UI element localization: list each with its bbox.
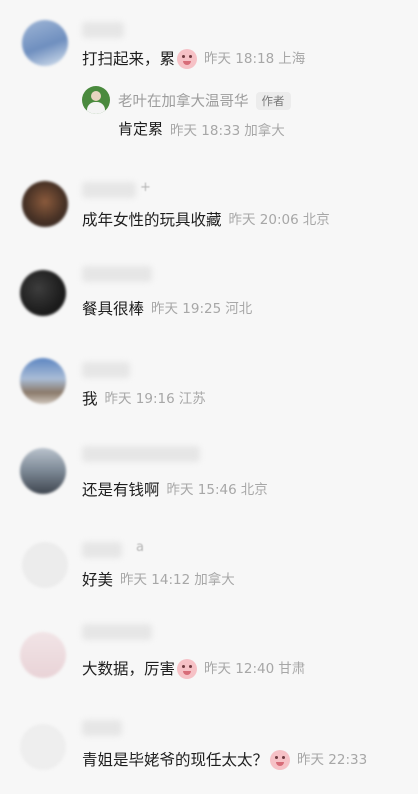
comment-text: 还是有钱啊 (82, 481, 160, 499)
username-blurred[interactable] (82, 624, 152, 640)
author-avatar[interactable] (82, 86, 110, 114)
reply-location: 加拿大 (244, 122, 285, 139)
username-blurred[interactable] (82, 266, 152, 282)
comment-time: 昨天 15:46 (166, 482, 237, 498)
comment-location: 加拿大 (194, 572, 235, 588)
comment-text: 大数据，厉害 (82, 660, 176, 678)
comment-text: 打扫起来，累 (82, 50, 176, 68)
reply-author-name[interactable]: 老叶在加拿大温哥华 (118, 94, 249, 110)
reply-time: 昨天 18:33 (170, 122, 241, 139)
comment-time: 昨天 22:33 (297, 752, 368, 768)
comment-location: 北京 (302, 212, 330, 228)
username-suffix: a (136, 540, 144, 555)
username-blurred[interactable] (82, 446, 200, 462)
comment-text: 好美 (82, 571, 114, 589)
comment-text: 青姐是毕姥爷的现任太太？ (82, 751, 269, 769)
comment-item[interactable]: 青姐是毕姥爷的现任太太？ 昨天 22:33 (0, 708, 418, 794)
comment-time: 昨天 12:40 (204, 661, 275, 677)
comment-location: 北京 (240, 482, 268, 498)
comment-time: 昨天 19:25 (151, 301, 222, 317)
avatar[interactable] (20, 632, 66, 678)
comment-location: 甘肃 (278, 661, 306, 677)
reply-content: 肯定累 昨天 18:33 加拿大 (118, 118, 285, 139)
username-blurred[interactable] (82, 362, 130, 378)
comment-time: 昨天 20:06 (228, 212, 299, 228)
username-blurred[interactable] (82, 22, 124, 38)
comment-content: 还是有钱啊 昨天 15:46 北京 (82, 479, 268, 501)
comment-text: 成年女性的玩具收藏 (82, 211, 222, 229)
comment-item[interactable]: + 成年女性的玩具收藏 昨天 20:06 北京 (0, 168, 418, 250)
avatar[interactable] (22, 181, 68, 227)
reply-author-line: 老叶在加拿大温哥华 作者 (118, 90, 291, 111)
comment-item[interactable]: 我 昨天 19:16 江苏 (0, 346, 418, 428)
comment-item[interactable]: a 好美 昨天 14:12 加拿大 (0, 528, 418, 610)
comment-location: 江苏 (178, 391, 206, 407)
author-badge: 作者 (255, 92, 291, 110)
comment-time: 昨天 19:16 (104, 391, 175, 407)
comment-item[interactable]: 餐具很棒 昨天 19:25 河北 (0, 256, 418, 338)
sob-emoji-icon (177, 659, 198, 679)
sob-emoji-icon (270, 750, 291, 770)
avatar[interactable] (22, 542, 68, 588)
comment-item[interactable]: 打扫起来，累 昨天 18:18 上海 老叶在加拿大温哥华 作者 肯定累 昨天 18… (0, 0, 418, 160)
comment-text: 餐具很棒 (82, 300, 145, 318)
comment-time: 昨天 18:18 (204, 51, 275, 67)
comment-item[interactable]: 大数据，厉害 昨天 12:40 甘肃 (0, 616, 418, 706)
avatar[interactable] (22, 20, 68, 66)
comment-item[interactable]: 还是有钱啊 昨天 15:46 北京 (0, 436, 418, 522)
sob-emoji-icon (177, 49, 198, 69)
comment-text: 我 (82, 390, 98, 408)
comment-content: 成年女性的玩具收藏 昨天 20:06 北京 (82, 209, 330, 231)
author-reply[interactable]: 老叶在加拿大温哥华 作者 肯定累 昨天 18:33 加拿大 (82, 86, 412, 144)
username-suffix: + (140, 180, 151, 195)
comment-content: 青姐是毕姥爷的现任太太？ 昨天 22:33 (82, 749, 367, 771)
avatar[interactable] (20, 448, 66, 494)
comment-location: 河北 (225, 301, 253, 317)
username-blurred[interactable] (82, 182, 136, 198)
comment-content: 我 昨天 19:16 江苏 (82, 388, 206, 410)
username-blurred[interactable] (82, 720, 122, 736)
comment-content: 好美 昨天 14:12 加拿大 (82, 569, 235, 591)
comment-time: 昨天 14:12 (120, 572, 191, 588)
comment-location: 上海 (278, 51, 306, 67)
username-blurred[interactable] (82, 542, 122, 558)
avatar[interactable] (20, 358, 66, 404)
comment-content: 打扫起来，累 昨天 18:18 上海 (82, 48, 305, 70)
comment-content: 大数据，厉害 昨天 12:40 甘肃 (82, 658, 305, 680)
avatar[interactable] (20, 724, 66, 770)
comment-content: 餐具很棒 昨天 19:25 河北 (82, 298, 252, 320)
avatar[interactable] (20, 270, 66, 316)
reply-text: 肯定累 (118, 120, 164, 138)
